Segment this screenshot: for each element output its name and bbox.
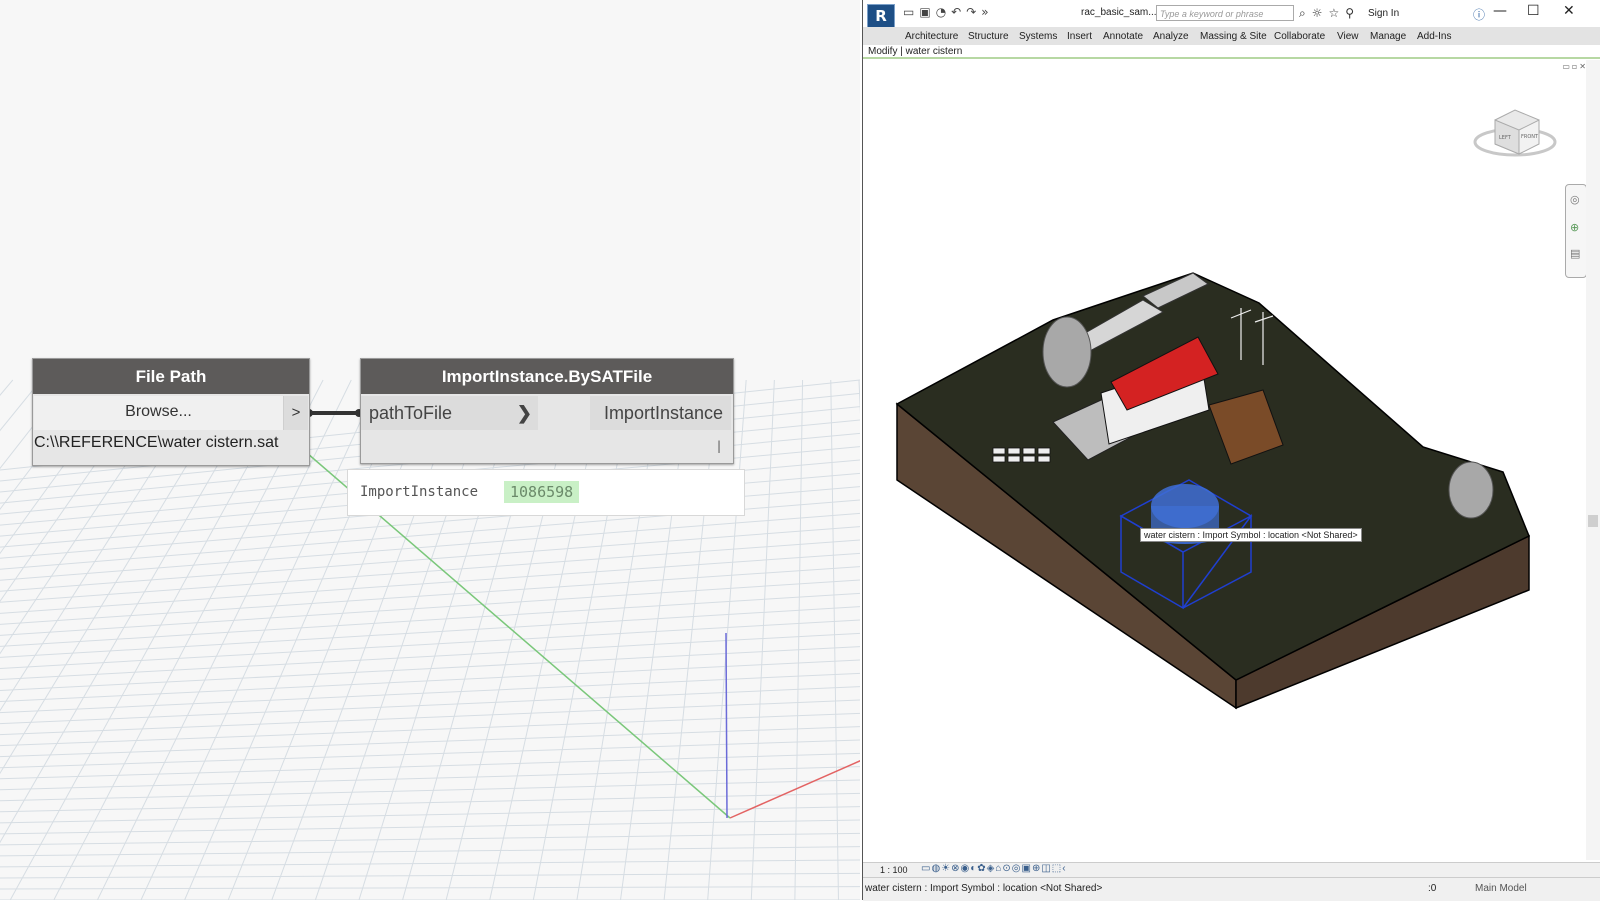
- tab-structure[interactable]: Structure: [968, 31, 1009, 42]
- grid-line: [0, 766, 860, 791]
- zoom-icon[interactable]: ⊕: [1570, 221, 1579, 234]
- input-port-pathtofile[interactable]: pathToFile ❯: [361, 396, 538, 430]
- tab-systems[interactable]: Systems: [1019, 31, 1057, 42]
- navigation-bar[interactable]: ◎ ⊕ ▤: [1565, 184, 1587, 278]
- grid-line: [0, 872, 860, 879]
- tab-annotate[interactable]: Annotate: [1103, 31, 1143, 42]
- open-icon[interactable]: ▭: [903, 5, 919, 19]
- element-tooltip: water cistern : Import Symbol : location…: [1140, 528, 1362, 542]
- grid-line: [0, 672, 860, 714]
- redo-icon[interactable]: ↷: [966, 5, 981, 19]
- status-text: water cistern : Import Symbol : location…: [865, 883, 1103, 894]
- quick-access-toolbar[interactable]: ▭▣◔↶↷»: [903, 5, 994, 19]
- context-bar: Modify | water cistern: [863, 45, 1600, 59]
- maximize-icon[interactable]: ☐: [1527, 3, 1540, 19]
- tree-right: [1448, 461, 1494, 519]
- output-port[interactable]: >: [284, 396, 308, 430]
- grid-line: [0, 566, 860, 625]
- infocenter-icons[interactable]: ⌕☼☆⚲: [1299, 6, 1360, 21]
- grid-line: [0, 752, 860, 780]
- star-icon[interactable]: ☆: [1329, 6, 1346, 20]
- tab-analyze[interactable]: Analyze: [1153, 31, 1189, 42]
- sign-in-link[interactable]: Sign In: [1368, 8, 1399, 19]
- viewcube-front-label: FRONT: [1521, 134, 1539, 140]
- tab-architecture[interactable]: Architecture: [905, 31, 958, 42]
- axis-z-line: [725, 632, 728, 819]
- pan-icon[interactable]: ▤: [1570, 247, 1580, 260]
- ribbon-tabs: Architecture Structure Systems Insert An…: [863, 27, 1600, 45]
- grid-line: [0, 819, 860, 835]
- grid-line: [0, 886, 860, 890]
- node-title: ImportInstance.BySATFile: [361, 359, 733, 394]
- view-control-bar: 1 : 100 ▭◍☀⊗◉◐✿◈⌂⊙◎▣⊕◫⬚‹: [863, 862, 1600, 877]
- grid-line: [0, 512, 860, 581]
- grid-line: [0, 779, 860, 802]
- title-bar: R ▭▣◔↶↷» rac_basic_sam... Type a keyword…: [863, 0, 1600, 28]
- 3d-view[interactable]: LEFT FRONT: [863, 60, 1585, 860]
- grid-line: [830, 379, 839, 900]
- tree-left: [1042, 316, 1092, 388]
- output-port-importinstance[interactable]: ImportInstance: [590, 396, 731, 430]
- input-port-label: pathToFile: [369, 403, 453, 423]
- status-count: :0: [1428, 883, 1437, 894]
- tab-collaborate[interactable]: Collaborate: [1274, 31, 1325, 42]
- undo-icon[interactable]: ↶: [951, 5, 966, 19]
- steering-wheel-icon[interactable]: ◎: [1570, 193, 1580, 206]
- tab-view[interactable]: View: [1337, 31, 1359, 42]
- revit-app-button[interactable]: R: [867, 4, 895, 28]
- view-scale[interactable]: 1 : 100: [880, 865, 908, 875]
- grid-line: [0, 539, 860, 603]
- viewcube[interactable]: LEFT FRONT: [1473, 109, 1557, 157]
- revit-window: R ▭▣◔↶↷» rac_basic_sam... Type a keyword…: [862, 0, 1600, 901]
- file-path-node[interactable]: File Path Browse... > C:\\REFERENCE\wate…: [32, 358, 310, 466]
- minimize-icon[interactable]: —: [1493, 3, 1507, 19]
- tab-manage[interactable]: Manage: [1370, 31, 1406, 42]
- scroll-thumb[interactable]: [1588, 515, 1598, 527]
- search-input[interactable]: Type a keyword or phrase: [1156, 5, 1294, 21]
- lacing-indicator[interactable]: |: [717, 439, 721, 453]
- active-workset[interactable]: Main Model: [1475, 883, 1527, 894]
- grid-line: [858, 379, 860, 415]
- close-icon[interactable]: ✕: [1563, 3, 1575, 19]
- status-bar: water cistern : Import Symbol : location…: [863, 877, 1600, 901]
- file-path-value: C:\\REFERENCE\water cistern.sat: [34, 434, 279, 451]
- browse-row: Browse... >: [34, 396, 308, 430]
- grid-line: [794, 379, 804, 900]
- help-icon[interactable]: ⓘ: [1473, 6, 1485, 23]
- grid-line: [0, 846, 860, 857]
- binoculars-icon[interactable]: ⌕: [1299, 6, 1312, 20]
- viewcube-left-label: LEFT: [1499, 135, 1512, 141]
- tab-massing-site[interactable]: Massing & Site: [1200, 31, 1267, 42]
- overflow-icon[interactable]: »: [981, 5, 993, 19]
- preview-label: ImportInstance: [360, 484, 479, 500]
- grid-line: [0, 726, 860, 758]
- node-title: File Path: [33, 359, 309, 394]
- import-instance-node[interactable]: ImportInstance.BySATFile pathToFile ❯ Im…: [360, 358, 734, 464]
- sync-icon[interactable]: ◔: [936, 5, 951, 19]
- grid-line: [0, 659, 860, 703]
- browse-button[interactable]: Browse...: [34, 396, 284, 430]
- user-icon[interactable]: ⚲: [1345, 6, 1360, 20]
- subscription-icon[interactable]: ☼: [1312, 6, 1329, 20]
- preview-value: 1086598: [504, 481, 580, 503]
- grid-line: [0, 606, 860, 658]
- tab-insert[interactable]: Insert: [1067, 31, 1092, 42]
- grid-line: [0, 379, 14, 396]
- vertical-scrollbar[interactable]: [1586, 60, 1600, 860]
- chevron-right-icon: ❯: [516, 403, 532, 423]
- save-icon[interactable]: ▣: [919, 5, 935, 19]
- tab-add-ins[interactable]: Add-Ins: [1417, 31, 1451, 42]
- document-title: rac_basic_sam...: [1081, 7, 1157, 18]
- grid-line: [0, 592, 860, 647]
- dynamo-canvas[interactable]: File Path Browse... > C:\\REFERENCE\wate…: [0, 0, 860, 900]
- connector-wire[interactable]: [308, 411, 360, 415]
- view-control-icons[interactable]: ▭◍☀⊗◉◐✿◈⌂⊙◎▣⊕◫⬚‹: [921, 863, 1067, 874]
- grid-line: [0, 859, 860, 868]
- node-preview-bubble[interactable]: ImportInstance 1086598: [347, 469, 745, 516]
